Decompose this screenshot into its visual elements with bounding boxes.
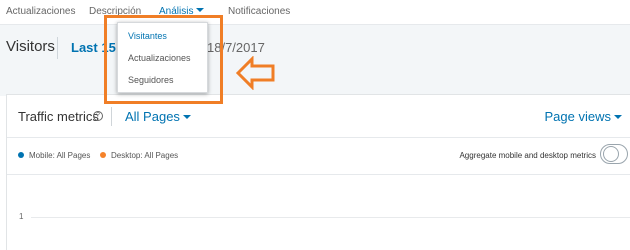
legend-mobile-label: Mobile: All Pages bbox=[29, 151, 91, 160]
tab-actualizaciones[interactable]: Actualizaciones bbox=[6, 6, 75, 17]
card-title: Traffic metrics bbox=[18, 109, 99, 124]
legend-desktop-label: Desktop: All Pages bbox=[111, 151, 179, 160]
traffic-metrics-card: Traffic metrics ? All Pages Page views M… bbox=[6, 94, 630, 250]
metric-selector-dropdown[interactable]: Page views bbox=[545, 109, 622, 124]
pages-filter-dropdown[interactable]: All Pages bbox=[125, 109, 191, 124]
visitors-header: Visitors Last 15 days 18/7/2017 bbox=[0, 24, 630, 70]
desktop-dot-icon bbox=[100, 152, 106, 158]
y-axis-tick: 1 bbox=[19, 212, 24, 221]
annotation-arrow-icon bbox=[236, 56, 275, 90]
card-divider bbox=[111, 107, 112, 126]
y-grid-line bbox=[31, 217, 630, 218]
header-divider bbox=[57, 37, 58, 59]
legend-divider bbox=[7, 174, 630, 175]
chevron-down-icon bbox=[196, 8, 205, 12]
page-background bbox=[0, 70, 630, 96]
annotation-highlight-box bbox=[104, 15, 223, 104]
aggregate-label: Aggregate mobile and desktop metrics bbox=[459, 151, 596, 160]
pages-filter-label: All Pages bbox=[125, 109, 180, 124]
mobile-dot-icon bbox=[18, 152, 24, 158]
page-title: Visitors bbox=[6, 38, 55, 55]
top-nav: Actualizaciones Descripción Análisis Not… bbox=[0, 0, 630, 24]
chevron-down-icon bbox=[614, 115, 622, 119]
tab-notificaciones[interactable]: Notificaciones bbox=[228, 6, 290, 17]
aggregate-toggle[interactable] bbox=[600, 144, 628, 164]
toggle-knob bbox=[603, 146, 619, 162]
metric-selector-label: Page views bbox=[544, 109, 611, 124]
card-header-divider bbox=[7, 137, 630, 138]
help-icon[interactable]: ? bbox=[93, 111, 103, 121]
chevron-down-icon bbox=[182, 115, 191, 119]
legend-desktop: Desktop: All Pages bbox=[100, 151, 178, 160]
legend-mobile: Mobile: All Pages bbox=[18, 151, 90, 160]
